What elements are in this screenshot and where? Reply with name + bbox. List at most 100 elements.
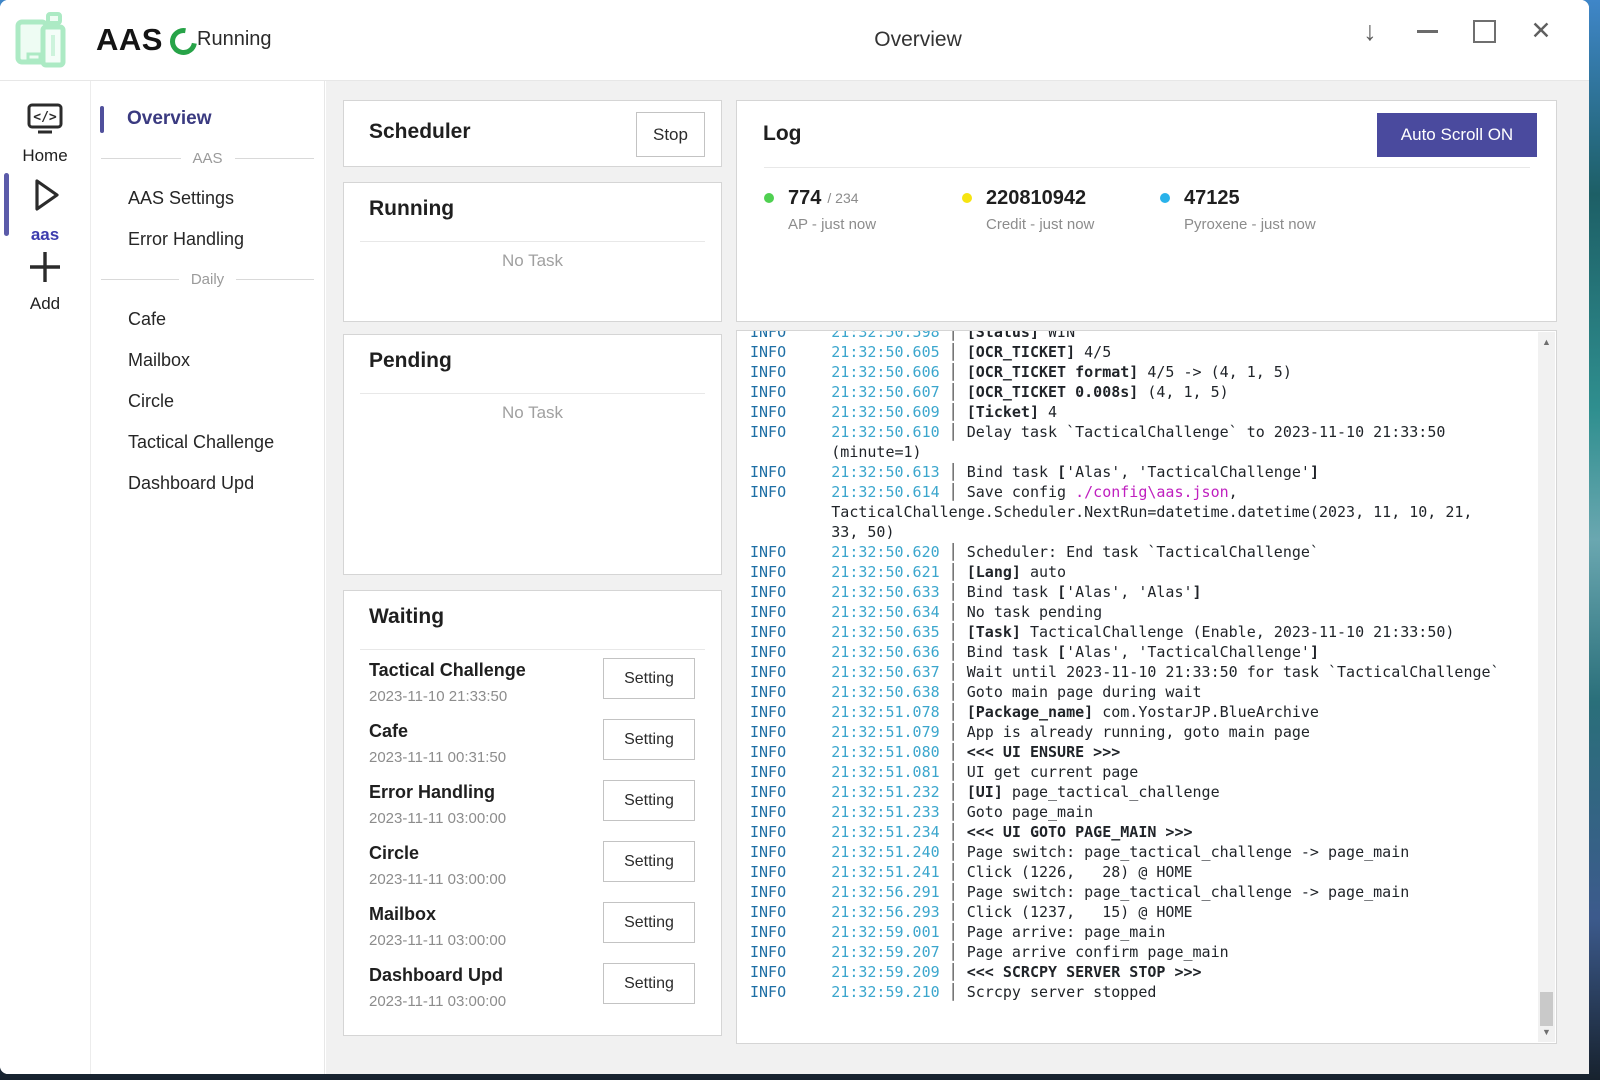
log-message-segment: <<< SCRCPY SERVER STOP >>> xyxy=(967,963,1202,981)
log-level: INFO xyxy=(750,783,831,801)
log-level: INFO xyxy=(750,343,831,361)
log-separator: │ xyxy=(940,363,967,381)
waiting-title: Waiting xyxy=(369,605,444,629)
log-indent xyxy=(750,523,831,541)
log-line: INFO 21:32:56.293 │ Click (1237, 15) @ H… xyxy=(750,902,1534,922)
log-separator: │ xyxy=(940,330,967,341)
log-message-segment: TacticalChallenge.Scheduler.NextRun=date… xyxy=(831,503,1472,521)
rail-item-add[interactable]: Add xyxy=(0,249,90,314)
log-line: INFO 21:32:59.001 │ Page arrive: page_ma… xyxy=(750,922,1534,942)
log-level: INFO xyxy=(750,943,831,961)
log-level: INFO xyxy=(750,983,831,1001)
log-message-segment: [OCR_TICKET format] xyxy=(967,363,1139,381)
sidebar-item-tactical-challenge[interactable]: Tactical Challenge xyxy=(91,422,324,463)
stat-suffix: / 234 xyxy=(827,190,858,206)
log-time: 21:32:50.637 xyxy=(831,663,939,681)
log-indent xyxy=(750,443,831,461)
log-line: INFO 21:32:51.079 │ App is already runni… xyxy=(750,722,1534,742)
task-setting-button[interactable]: Setting xyxy=(603,780,695,821)
log-header-divider xyxy=(764,167,1530,168)
sidebar-item-label: AAS Settings xyxy=(128,188,234,209)
sidebar-item-cafe[interactable]: Cafe xyxy=(91,299,324,340)
log-time: 21:32:50.609 xyxy=(831,403,939,421)
sidebar-section-label: Daily xyxy=(191,271,224,288)
sidebar-item-error-handling[interactable]: Error Handling xyxy=(91,219,324,260)
log-message-segment: [Ticket] xyxy=(967,403,1039,421)
log-message-segment: com.YostarJP.BlueArchive xyxy=(1093,703,1319,721)
sidebar-section-divider: AAS xyxy=(91,139,324,178)
log-level: INFO xyxy=(750,803,831,821)
scrollbar-thumb[interactable] xyxy=(1540,992,1553,1026)
auto-scroll-toggle-button[interactable]: Auto Scroll ON xyxy=(1377,113,1537,157)
scroll-up-arrow-icon[interactable]: ▲ xyxy=(1538,334,1555,350)
sidebar-item-label: Dashboard Upd xyxy=(128,473,254,494)
sidebar-item-dashboard-upd[interactable]: Dashboard Upd xyxy=(91,463,324,504)
log-time: 21:32:56.291 xyxy=(831,883,939,901)
stat-dot-icon xyxy=(962,193,972,203)
stat-dot-icon xyxy=(764,193,774,203)
window-controls: ↓ ✕ xyxy=(1356,0,1555,62)
log-time: 21:32:59.210 xyxy=(831,983,939,1001)
log-stat-value-row: 774/ 234 xyxy=(764,185,962,211)
page-title: Overview xyxy=(874,28,962,52)
task-setting-button[interactable]: Setting xyxy=(603,719,695,760)
scheduler-stop-button[interactable]: Stop xyxy=(636,112,705,157)
task-setting-button[interactable]: Setting xyxy=(603,658,695,699)
log-level: INFO xyxy=(750,583,831,601)
log-separator: │ xyxy=(940,463,967,481)
waiting-card: Waiting Tactical Challenge2023-11-10 21:… xyxy=(343,590,722,1036)
task-setting-button[interactable]: Setting xyxy=(603,841,695,882)
log-time: 21:32:50.620 xyxy=(831,543,939,561)
download-update-icon[interactable]: ↓ xyxy=(1356,17,1384,45)
log-separator: │ xyxy=(940,563,967,581)
app-logo-icon xyxy=(10,10,70,70)
sidebar-item-label: Overview xyxy=(127,108,212,130)
running-title: Running xyxy=(369,197,454,221)
scroll-down-arrow-icon[interactable]: ▼ xyxy=(1538,1024,1555,1040)
sidebar-item-aas-settings[interactable]: AAS Settings xyxy=(91,178,324,219)
task-setting-button[interactable]: Setting xyxy=(603,902,695,943)
sidebar-item-circle[interactable]: Circle xyxy=(91,381,324,422)
sidebar-item-mailbox[interactable]: Mailbox xyxy=(91,340,324,381)
running-divider xyxy=(360,241,705,242)
rail-item-home[interactable]: </> Home xyxy=(0,103,90,166)
log-line: INFO 21:32:50.620 │ Scheduler: End task … xyxy=(750,542,1534,562)
log-level: INFO xyxy=(750,363,831,381)
close-button[interactable]: ✕ xyxy=(1527,17,1555,45)
waiting-task-list: Tactical Challenge2023-11-10 21:33:50Set… xyxy=(369,656,705,1022)
log-level: INFO xyxy=(750,723,831,741)
log-time: 21:32:51.241 xyxy=(831,863,939,881)
log-level: INFO xyxy=(750,563,831,581)
task-setting-button[interactable]: Setting xyxy=(603,963,695,1004)
log-message-segment: ] xyxy=(1193,583,1202,601)
log-time: 21:32:51.240 xyxy=(831,843,939,861)
log-time: 21:32:51.234 xyxy=(831,823,939,841)
log-line: INFO 21:32:50.633 │ Bind task ['Alas', '… xyxy=(750,582,1534,602)
log-scrollbar[interactable]: ▲ ▼ xyxy=(1538,332,1555,1042)
log-message-segment: 4/5 xyxy=(1075,343,1111,361)
sidebar-item-label: Circle xyxy=(128,391,174,412)
waiting-task-row: Circle2023-11-11 03:00:00Setting xyxy=(369,839,705,900)
log-message-segment: 'Alas', 'Alas' xyxy=(1066,583,1192,601)
log-level: INFO xyxy=(750,743,831,761)
play-icon xyxy=(24,174,66,216)
pending-card: Pending No Task xyxy=(343,334,722,575)
waiting-task-row: Tactical Challenge2023-11-10 21:33:50Set… xyxy=(369,656,705,717)
log-separator: │ xyxy=(940,663,967,681)
rail-item-aas[interactable]: aas xyxy=(0,174,90,245)
log-level: INFO xyxy=(750,963,831,981)
log-line: INFO 21:32:51.240 │ Page switch: page_ta… xyxy=(750,842,1534,862)
sidebar-item-overview[interactable]: Overview xyxy=(91,99,324,139)
minimize-button[interactable] xyxy=(1413,17,1441,45)
scheduler-card: Scheduler Stop xyxy=(343,100,722,167)
maximize-button[interactable] xyxy=(1470,17,1498,45)
log-time: 21:32:50.610 xyxy=(831,423,939,441)
log-level: INFO xyxy=(750,703,831,721)
log-message-segment: [ xyxy=(1057,463,1066,481)
log-time: 21:32:51.233 xyxy=(831,803,939,821)
log-line: INFO 21:32:50.613 │ Bind task ['Alas', '… xyxy=(750,462,1534,482)
pending-divider xyxy=(360,393,705,394)
log-separator: │ xyxy=(940,883,967,901)
log-level: INFO xyxy=(750,483,831,501)
log-time: 21:32:50.614 xyxy=(831,483,939,501)
